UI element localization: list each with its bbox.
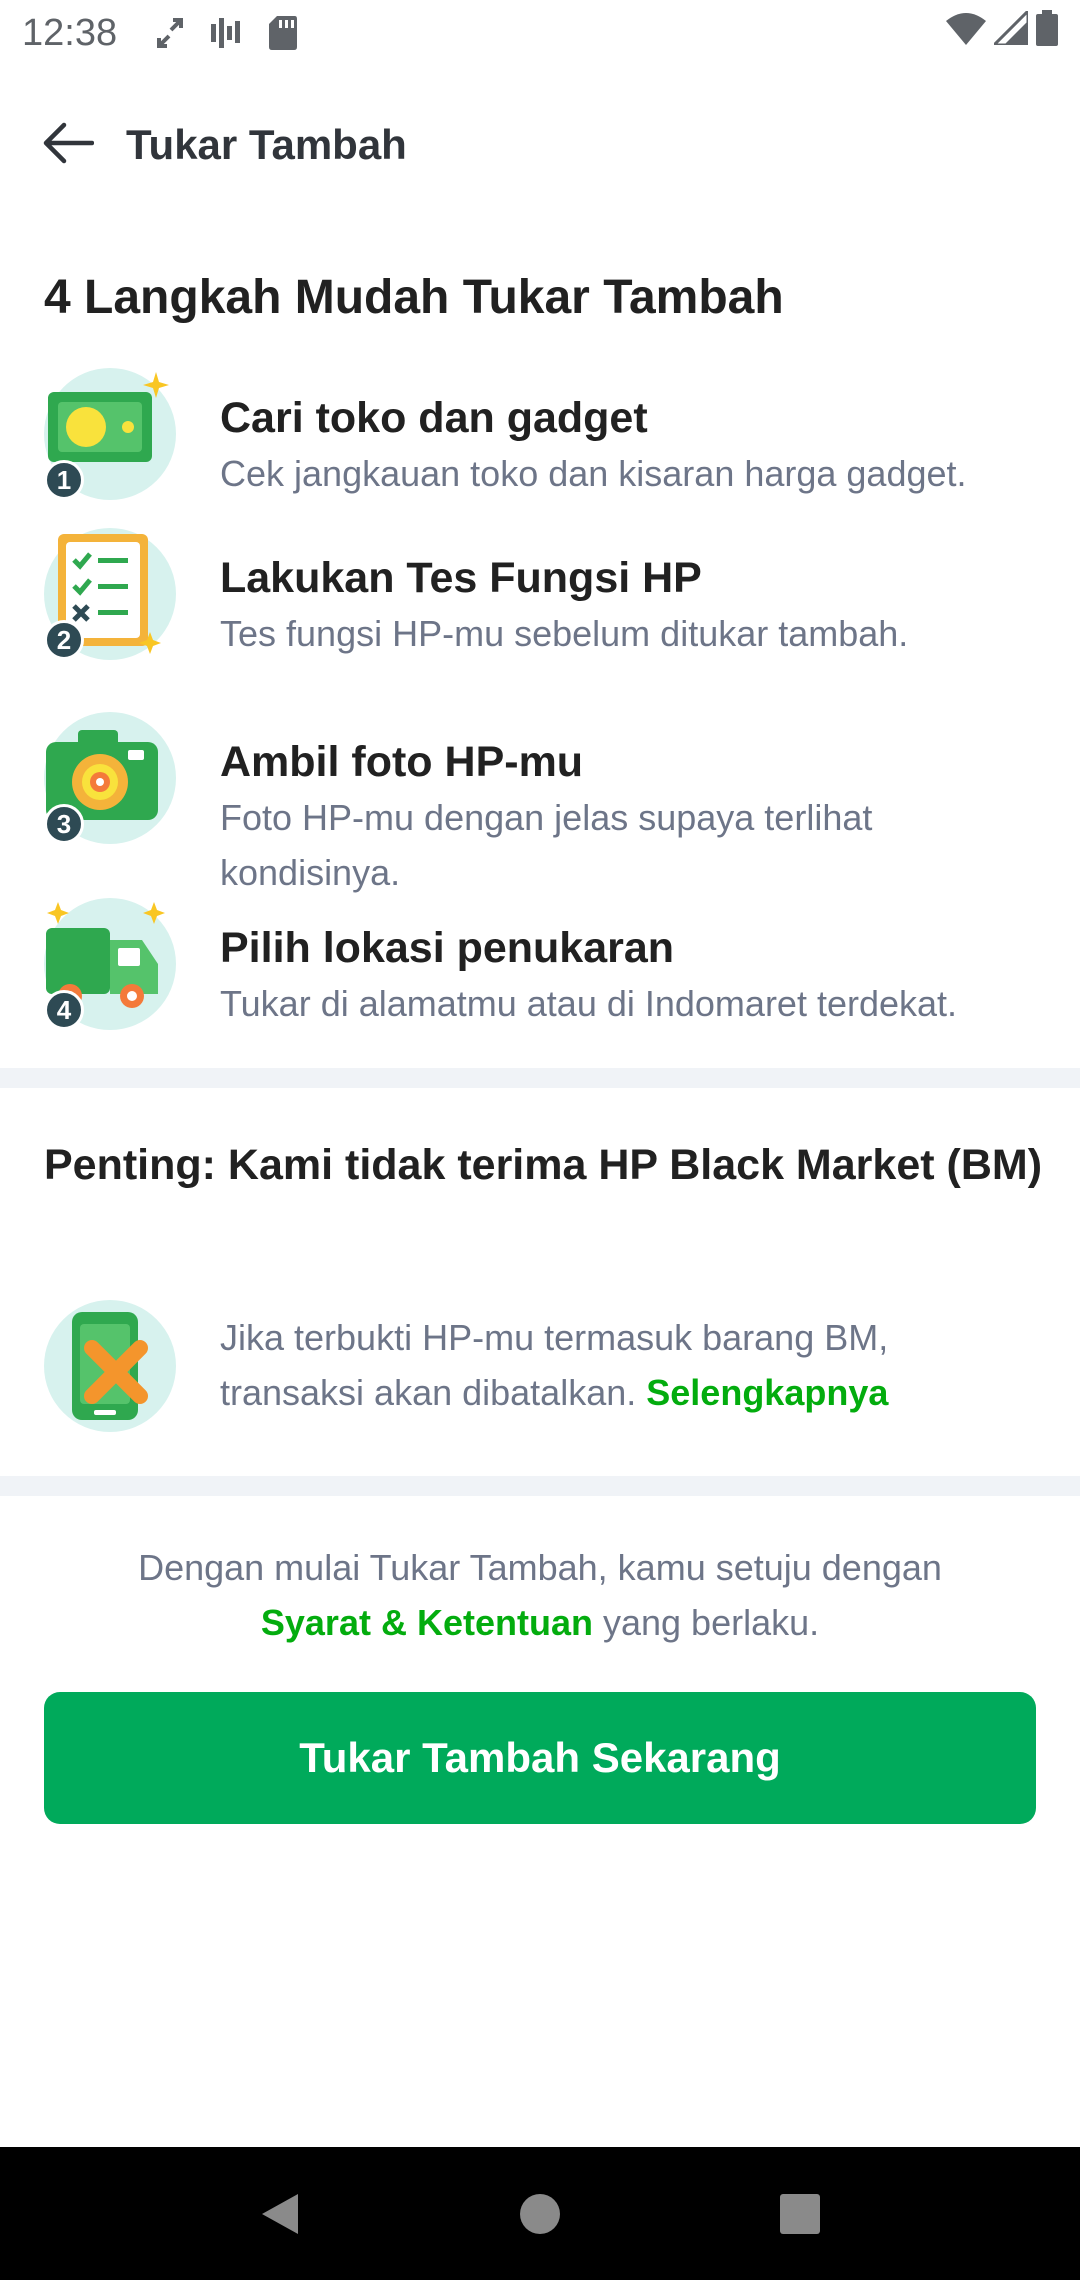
agreement-suffix: yang berlaku. (602, 1602, 820, 1643)
screen: 12:38 Tukar Tambah 4 Langkah Mudah Tukar… (0, 0, 1080, 2280)
phone-cross-icon (44, 1300, 176, 1432)
page-title: Tukar Tambah (126, 121, 407, 168)
checklist-icon: 2 (44, 528, 176, 660)
step-text: Cari toko dan gadget Cek jangkauan toko … (220, 390, 1050, 501)
step-description: Foto HP-mu dengan jelas supaya terlihat … (220, 797, 873, 893)
step-description: Cek jangkauan toko dan kisaran harga gad… (220, 453, 967, 494)
sync-icon (157, 18, 184, 48)
status-right-icons (946, 7, 1058, 56)
start-trade-in-button[interactable]: Tukar Tambah Sekarang (44, 1692, 1036, 1824)
step-number-badge: 1 (44, 460, 84, 500)
money-icon: 1 (44, 368, 176, 500)
important-description: Jika terbukti HP-mu termasuk barang BM, … (220, 1310, 1040, 1420)
delivery-truck-icon: 4 (44, 898, 176, 1030)
battery-icon (1036, 10, 1058, 56)
terms-agreement: Dengan mulai Tukar Tambah, kamu setuju d… (60, 1540, 1020, 1650)
app-bar: Tukar Tambah (0, 100, 1080, 190)
status-time: 12:38 (22, 11, 118, 54)
wifi-icon (946, 12, 986, 55)
step-text: Ambil foto HP-mu Foto HP-mu dengan jelas… (220, 734, 1050, 900)
step-title: Lakukan Tes Fungsi HP (220, 554, 702, 602)
system-nav-bar (0, 2147, 1080, 2280)
step-item: 1 Cari toko dan gadget Cek jangkauan tok… (44, 368, 1044, 500)
step-item: 3 Ambil foto HP-mu Foto HP-mu dengan jel… (44, 712, 1044, 893)
status-bar: 12:38 (0, 0, 1080, 66)
step-title: Cari toko dan gadget (220, 394, 648, 442)
step-number-badge: 4 (44, 990, 84, 1030)
step-item: 2 Lakukan Tes Fungsi HP Tes fungsi HP-mu… (44, 528, 1044, 660)
terms-link[interactable]: Syarat & Ketentuan (261, 1602, 593, 1643)
sound-bars-icon (209, 18, 243, 48)
back-button[interactable] (32, 110, 102, 180)
arrow-left-icon (40, 121, 95, 170)
important-title: Penting: Kami tidak terima HP Black Mark… (44, 1141, 1043, 1189)
section-divider (0, 1476, 1080, 1496)
camera-icon: 3 (44, 712, 176, 844)
step-title: Ambil foto HP-mu (220, 738, 584, 786)
signal-icon (990, 7, 1030, 55)
step-text: Pilih lokasi penukaran Tukar di alamatmu… (220, 920, 1050, 1031)
sd-card-icon (269, 16, 298, 50)
step-text: Lakukan Tes Fungsi HP Tes fungsi HP-mu s… (220, 550, 1050, 661)
step-description: Tes fungsi HP-mu sebelum ditukar tambah. (220, 613, 909, 654)
step-description: Tukar di alamatmu atau di Indomaret terd… (220, 983, 958, 1024)
back-triangle-icon[interactable] (240, 2174, 320, 2254)
read-more-link[interactable]: Selengkapnya (646, 1372, 888, 1413)
agreement-prefix: Dengan mulai Tukar Tambah, kamu setuju d… (138, 1547, 942, 1588)
step-item: 4 Pilih lokasi penukaran Tukar di alamat… (44, 898, 1044, 1030)
steps-section-title: 4 Langkah Mudah Tukar Tambah (44, 271, 784, 324)
home-circle-icon[interactable] (500, 2174, 580, 2254)
section-divider (0, 1068, 1080, 1088)
step-number-badge: 3 (44, 804, 84, 844)
step-title: Pilih lokasi penukaran (220, 924, 675, 972)
recents-square-icon[interactable] (760, 2174, 840, 2254)
step-number-badge: 2 (44, 620, 84, 660)
